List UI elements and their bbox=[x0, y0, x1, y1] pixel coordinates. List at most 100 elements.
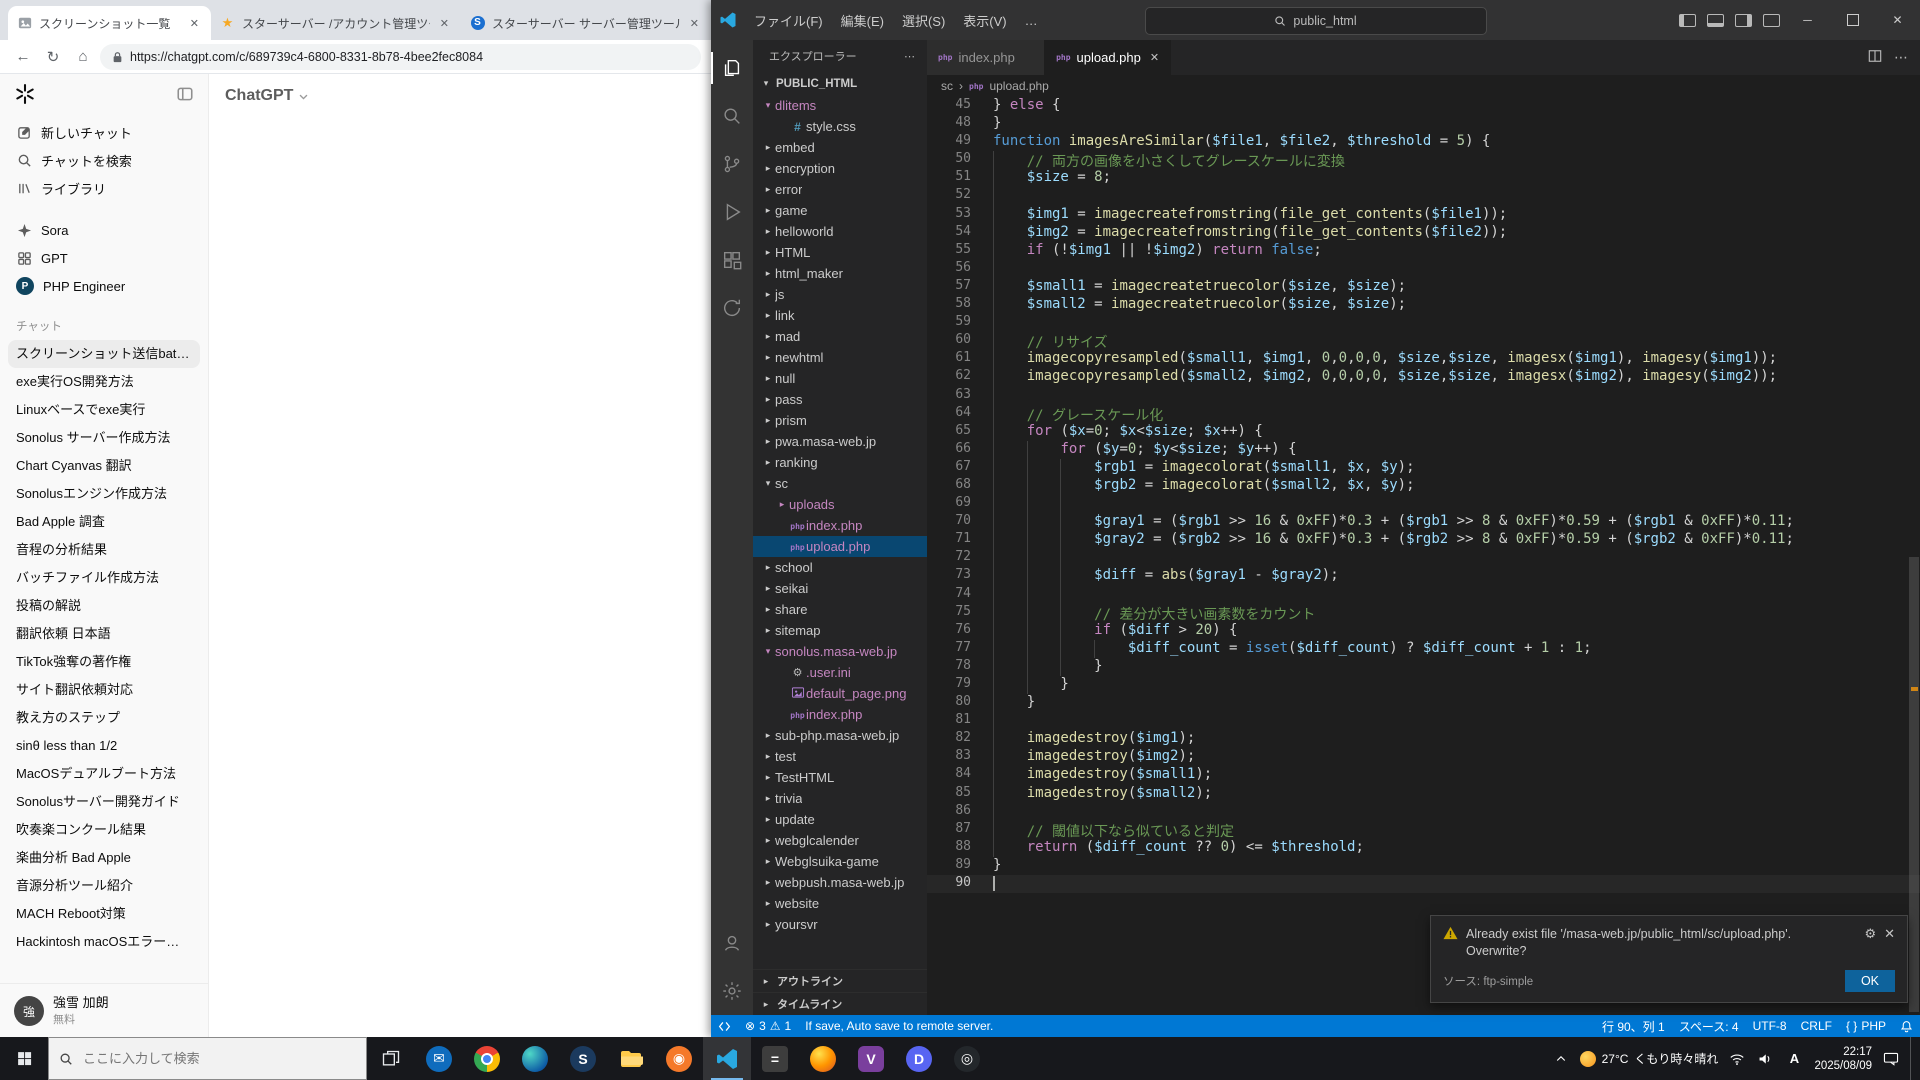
source-control-icon[interactable] bbox=[711, 140, 753, 188]
network-icon[interactable] bbox=[1728, 1050, 1746, 1068]
code-line[interactable]: 83 imagedestroy($img2); bbox=[927, 748, 1920, 766]
chatgpt-logo-icon[interactable] bbox=[14, 83, 36, 110]
chat-history-item[interactable]: バッチファイル作成方法 bbox=[8, 564, 200, 592]
code-line[interactable]: 53 $img1 = imagecreatefromstring(file_ge… bbox=[927, 206, 1920, 224]
tree-file-upload.php[interactable]: phpupload.php bbox=[753, 536, 927, 557]
tree-folder-school[interactable]: ▸school bbox=[753, 557, 927, 578]
back-button[interactable]: ← bbox=[10, 44, 36, 70]
sidebar-item-new-chat[interactable]: 新しいチャット bbox=[8, 118, 200, 146]
tree-folder-ranking[interactable]: ▸ranking bbox=[753, 452, 927, 473]
code-line[interactable]: 54 $img2 = imagecreatefromstring(file_ge… bbox=[927, 224, 1920, 242]
chat-history-item[interactable]: 吹奏楽コンクール結果 bbox=[8, 816, 200, 844]
tree-file-index.php[interactable]: phpindex.php bbox=[753, 704, 927, 725]
sidebar-item-search[interactable]: チャットを検索 bbox=[8, 146, 200, 174]
tree-folder-encryption[interactable]: ▸encryption bbox=[753, 158, 927, 179]
indentation[interactable]: スペース: 4 bbox=[1672, 1015, 1746, 1037]
tree-folder-prism[interactable]: ▸prism bbox=[753, 410, 927, 431]
tree-folder-share[interactable]: ▸share bbox=[753, 599, 927, 620]
eol-sequence[interactable]: CRLF bbox=[1794, 1015, 1839, 1037]
obs-taskbar-button[interactable]: ◎ bbox=[943, 1037, 991, 1080]
notification-settings-gear-icon[interactable]: ⚙ bbox=[1864, 926, 1876, 960]
chat-history-item[interactable]: 投稿の解説 bbox=[8, 592, 200, 620]
start-button[interactable] bbox=[0, 1037, 48, 1080]
tree-folder-html_maker[interactable]: ▸html_maker bbox=[753, 263, 927, 284]
tree-folder-null[interactable]: ▸null bbox=[753, 368, 927, 389]
breadcrumb-folder[interactable]: sc bbox=[941, 79, 953, 93]
taskview-taskbar-button[interactable] bbox=[367, 1037, 415, 1080]
chat-history-item[interactable]: サイト翻訳依頼対応 bbox=[8, 676, 200, 704]
chat-history-item[interactable]: Linuxベースでexe実行 bbox=[8, 396, 200, 424]
chat-history-item[interactable]: Sonolusエンジン作成方法 bbox=[8, 480, 200, 508]
code-line[interactable]: 82 imagedestroy($img1); bbox=[927, 730, 1920, 748]
menubar-item[interactable]: 選択(S) bbox=[893, 0, 954, 40]
menubar-item[interactable]: 表示(V) bbox=[954, 0, 1015, 40]
chat-history-item[interactable]: Chart Cyanvas 翻訳 bbox=[8, 452, 200, 480]
code-line[interactable]: 77 $diff_count = isset($diff_count) ? $d… bbox=[927, 640, 1920, 658]
account-button[interactable]: 強 強雪 加朗 無料 bbox=[0, 983, 208, 1037]
code-line[interactable]: 45} else { bbox=[927, 97, 1920, 115]
tree-folder-webglcalender[interactable]: ▸webglcalender bbox=[753, 830, 927, 851]
code-line[interactable]: 87 // 閾値以下なら似ていると判定 bbox=[927, 821, 1920, 839]
code-line[interactable]: 78 } bbox=[927, 658, 1920, 676]
code-line[interactable]: 56 bbox=[927, 260, 1920, 278]
code-line[interactable]: 65 for ($x=0; $x<$size; $x++) { bbox=[927, 423, 1920, 441]
sidebar-app-gpt[interactable]: GPT bbox=[8, 244, 200, 272]
code-line[interactable]: 50 // 両方の画像を小さくしてグレースケールに変換 bbox=[927, 151, 1920, 169]
taskbar-search[interactable] bbox=[48, 1037, 367, 1080]
taskbar-search-input[interactable] bbox=[81, 1050, 315, 1067]
discord-taskbar-button[interactable]: D bbox=[895, 1037, 943, 1080]
tree-folder-uploads[interactable]: ▸uploads bbox=[753, 494, 927, 515]
minimize-button[interactable]: ─ bbox=[1785, 0, 1830, 40]
tree-folder-pwa.masa-web.jp[interactable]: ▸pwa.masa-web.jp bbox=[753, 431, 927, 452]
tree-folder-TestHTML[interactable]: ▸TestHTML bbox=[753, 767, 927, 788]
code-line[interactable]: 57 $small1 = imagecreatetruecolor($size,… bbox=[927, 278, 1920, 296]
explorer-taskbar-button[interactable] bbox=[607, 1037, 655, 1080]
tab-close-icon[interactable]: ✕ bbox=[187, 16, 202, 31]
code-line[interactable]: 79 } bbox=[927, 676, 1920, 694]
tree-folder-link[interactable]: ▸link bbox=[753, 305, 927, 326]
editor-tab[interactable]: phpupload.php✕ bbox=[1045, 40, 1171, 75]
code-line[interactable]: 52 bbox=[927, 187, 1920, 205]
tree-folder-game[interactable]: ▸game bbox=[753, 200, 927, 221]
browser-tab[interactable]: Sスターサーバー サーバー管理ツール✕ bbox=[461, 6, 711, 40]
code-line[interactable]: 73 $diff = abs($gray1 - $gray2); bbox=[927, 567, 1920, 585]
extensions-icon[interactable] bbox=[711, 236, 753, 284]
tree-folder-embed[interactable]: ▸embed bbox=[753, 137, 927, 158]
code-line[interactable]: 71 $gray2 = ($rgb2 >> 16 & 0xFF)*0.3 + (… bbox=[927, 531, 1920, 549]
code-line[interactable]: 61 imagecopyresampled($small1, $img1, 0,… bbox=[927, 350, 1920, 368]
editor-tab[interactable]: phpindex.php✕ bbox=[927, 40, 1045, 75]
tree-folder-webpush.masa-web.jp[interactable]: ▸webpush.masa-web.jp bbox=[753, 872, 927, 893]
chat-history-item[interactable]: MacOSデュアルブート方法 bbox=[8, 760, 200, 788]
timeline-section[interactable]: ▸ タイムライン bbox=[753, 992, 927, 1015]
sync-icon[interactable] bbox=[711, 284, 753, 332]
code-line[interactable]: 60 // リサイズ bbox=[927, 332, 1920, 350]
code-line[interactable]: 69 bbox=[927, 495, 1920, 513]
command-center-search[interactable]: public_html bbox=[1145, 7, 1487, 35]
outline-section[interactable]: ▸ アウトライン bbox=[753, 969, 927, 992]
code-line[interactable]: 84 imagedestroy($small1); bbox=[927, 766, 1920, 784]
chat-history-item[interactable]: TikTok強奪の著作権 bbox=[8, 648, 200, 676]
mail-taskbar-button[interactable]: ✉ bbox=[415, 1037, 463, 1080]
code-line[interactable]: 59 bbox=[927, 314, 1920, 332]
code-line[interactable]: 72 bbox=[927, 549, 1920, 567]
tree-folder-helloworld[interactable]: ▸helloworld bbox=[753, 221, 927, 242]
workspace-root[interactable]: ▾ PUBLIC_HTML bbox=[753, 72, 927, 95]
code-line[interactable]: 89} bbox=[927, 857, 1920, 875]
tree-folder-pass[interactable]: ▸pass bbox=[753, 389, 927, 410]
notifications-bell-icon[interactable] bbox=[1893, 1015, 1920, 1037]
tree-folder-mad[interactable]: ▸mad bbox=[753, 326, 927, 347]
tree-folder-Webglsuika-game[interactable]: ▸Webglsuika-game bbox=[753, 851, 927, 872]
steam-taskbar-button[interactable]: S bbox=[559, 1037, 607, 1080]
chat-history-item[interactable]: exe実行OS開発方法 bbox=[8, 368, 200, 396]
tree-file-style.css[interactable]: #style.css bbox=[753, 116, 927, 137]
tree-folder-website[interactable]: ▸website bbox=[753, 893, 927, 914]
code-line[interactable]: 70 $gray1 = ($rgb1 >> 16 & 0xFF)*0.3 + (… bbox=[927, 513, 1920, 531]
action-center-icon[interactable] bbox=[1882, 1050, 1900, 1068]
volume-icon[interactable] bbox=[1756, 1050, 1774, 1068]
menubar-item[interactable]: 編集(E) bbox=[832, 0, 893, 40]
editor-scrollbar[interactable] bbox=[1909, 557, 1919, 1012]
maximize-button[interactable] bbox=[1830, 0, 1875, 40]
ok-button[interactable]: OK bbox=[1845, 970, 1895, 992]
code-line[interactable]: 55 if (!$img1 || !$img2) return false; bbox=[927, 242, 1920, 260]
tree-folder-newhtml[interactable]: ▸newhtml bbox=[753, 347, 927, 368]
